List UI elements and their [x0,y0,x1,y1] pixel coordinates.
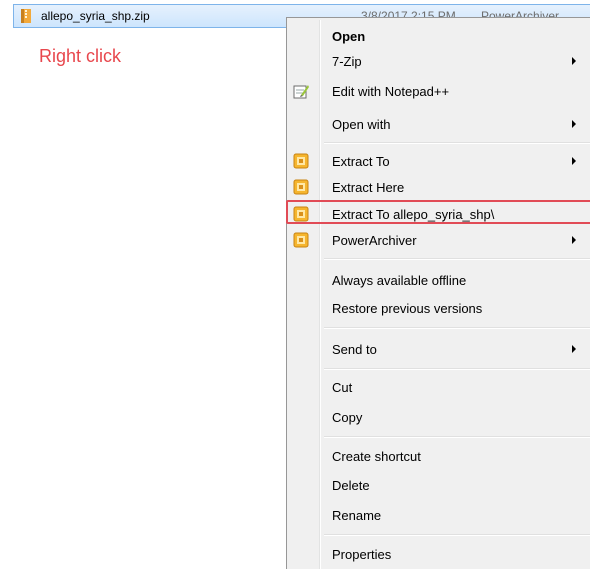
menu-item-label: Rename [332,508,382,523]
menu-item-open-with[interactable]: Open with [289,112,590,136]
zip-file-icon [21,9,31,23]
submenu-arrow-icon [572,57,576,65]
menu-separator [324,258,590,260]
menu-item-label: Create shortcut [332,449,421,464]
menu-item-label: Extract To [332,154,390,169]
powerarchiver-icon [293,153,309,169]
menu-item-cut[interactable]: Cut [289,375,590,399]
menu-item-label: Delete [332,478,370,493]
menu-item-send-to[interactable]: Send to [289,337,590,361]
menu-item-always-offline[interactable]: Always available offline [289,268,590,292]
menu-item-label: Properties [332,547,392,562]
menu-item-label: Extract To allepo_syria_shp\ [332,207,495,222]
submenu-arrow-icon [572,345,576,353]
menu-item-label: Copy [332,410,363,425]
menu-item-label: Open with [332,117,391,132]
notepad-plus-plus-icon [293,85,309,99]
submenu-arrow-icon [572,236,576,244]
menu-item-delete[interactable]: Delete [289,473,590,497]
powerarchiver-icon [293,232,309,248]
menu-separator [324,368,590,370]
menu-item-open[interactable]: Open [289,24,590,48]
submenu-arrow-icon [572,157,576,165]
menu-item-label: Edit with Notepad++ [332,84,450,99]
menu-separator [324,327,590,329]
menu-item-create-shortcut[interactable]: Create shortcut [289,444,590,468]
explorer-window: allepo_syria_shp.zip 3/8/2017 2:15 PM Po… [0,0,590,569]
menu-item-extract-here[interactable]: Extract Here [289,175,590,199]
menu-item-extract-to[interactable]: Extract To [289,149,590,173]
annotation-label: Right click [39,46,122,66]
menu-item-label: Restore previous versions [332,301,483,316]
menu-separator [324,436,590,438]
menu-item-copy[interactable]: Copy [289,405,590,429]
menu-item-label: Send to [332,342,377,357]
menu-item-extract-to-folder[interactable]: Extract To allepo_syria_shp\ [286,200,590,226]
powerarchiver-icon [293,179,309,195]
menu-item-label: PowerArchiver [332,233,417,248]
menu-item-restore-versions[interactable]: Restore previous versions [289,296,590,320]
menu-item-properties[interactable]: Properties [289,542,590,566]
menu-item-label: Cut [332,380,353,395]
menu-item-label: Always available offline [332,273,467,288]
context-menu: Open 7-Zip Edit with Notepad++ Open with [286,17,590,569]
menu-item-powerarchiver[interactable]: PowerArchiver [289,228,590,252]
menu-item-label: Extract Here [332,180,405,195]
menu-separator [324,142,590,144]
menu-item-label: Open [332,29,366,44]
menu-item-label: 7-Zip [332,54,362,69]
powerarchiver-icon [293,206,309,222]
menu-separator [324,534,590,536]
file-name: allepo_syria_shp.zip [41,9,150,23]
menu-item-7zip[interactable]: 7-Zip [289,49,590,73]
menu-item-edit-notepad[interactable]: Edit with Notepad++ [289,79,590,103]
menu-item-rename[interactable]: Rename [289,503,590,527]
submenu-arrow-icon [572,120,576,128]
